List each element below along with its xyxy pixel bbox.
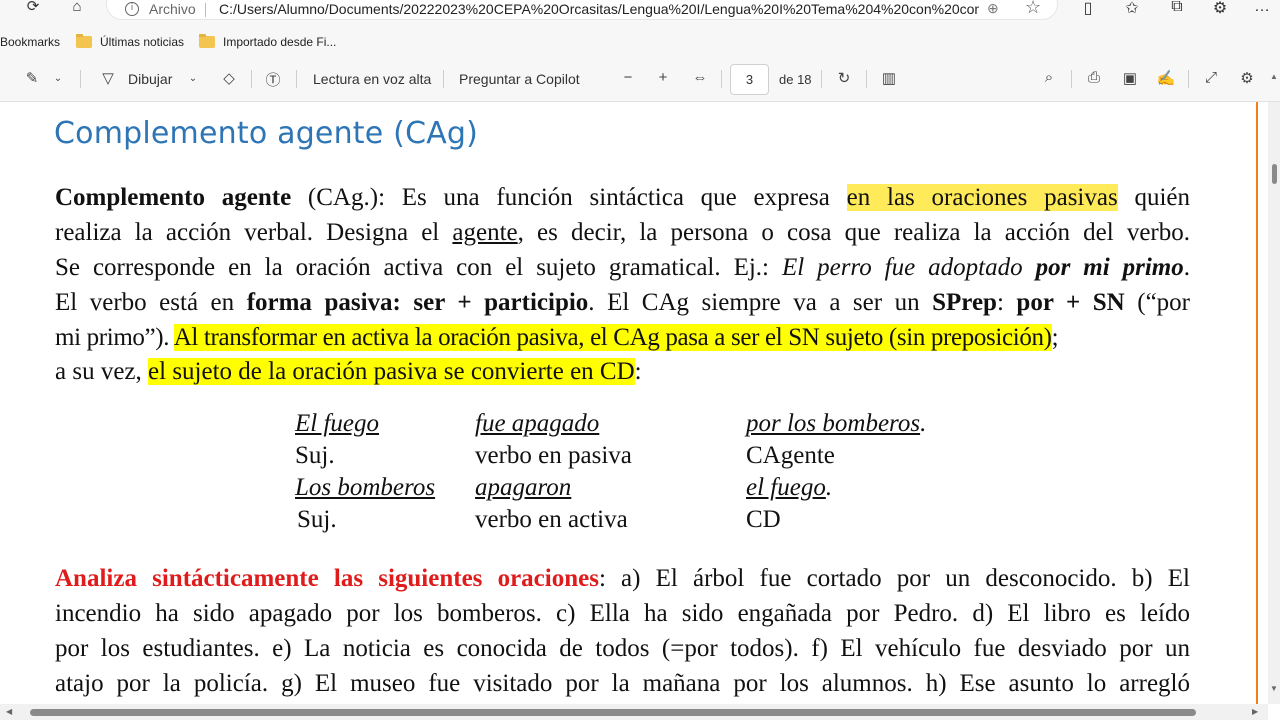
scroll-left-icon[interactable]: ◀ xyxy=(6,707,12,716)
home-icon[interactable]: ⌂ xyxy=(62,0,92,16)
url-text[interactable]: C:/Users/Alumno/Documents/20222023%20CEP… xyxy=(219,1,979,17)
bookmark-importado[interactable]: Importado desde Fi... xyxy=(199,34,337,49)
paragraph-line: Complemento agente (CAg.): Es una funció… xyxy=(55,184,1191,211)
paragraph-line: mi primo”). Al transformar en activa la … xyxy=(55,324,1059,351)
divider xyxy=(251,70,252,88)
horizontal-scrollbar[interactable]: ◀ ▶ xyxy=(0,704,1268,720)
example-cell: CD xyxy=(746,506,781,533)
search-icon[interactable]: ⌕ xyxy=(1039,69,1059,86)
highlighted-text: el sujeto de la oración pasiva se convie… xyxy=(148,358,635,385)
settings-icon[interactable]: ⚙ xyxy=(1237,69,1257,87)
rotate-icon[interactable]: ↻ xyxy=(834,69,854,87)
fit-width-icon[interactable]: ⇔ xyxy=(690,69,710,86)
address-bar-row: ⟳ ⌂ i Archivo C:/Users/Alumno/Documents/… xyxy=(0,0,1280,30)
exercise-line: Analiza sintácticamente las siguientes o… xyxy=(55,565,1190,592)
example-cell: Suj. xyxy=(297,506,337,533)
folder-icon xyxy=(76,34,92,48)
fullscreen-icon[interactable]: ⤢ xyxy=(1201,69,1221,86)
divider xyxy=(821,70,822,88)
site-info-label: Archivo xyxy=(149,1,196,17)
split-screen-icon[interactable]: ▯ xyxy=(1076,0,1100,18)
divider xyxy=(1188,70,1189,88)
ask-copilot-button[interactable]: Preguntar a Copilot xyxy=(459,71,580,87)
address-bar[interactable]: i Archivo C:/Users/Alumno/Documents/2022… xyxy=(106,0,1058,20)
divider xyxy=(296,70,297,88)
horizontal-scroll-thumb[interactable] xyxy=(30,709,1196,716)
read-aloud-button[interactable]: Lectura en voz alta xyxy=(313,71,431,87)
paragraph-line: Se corresponde en la oración activa con … xyxy=(55,254,1190,281)
folder-icon xyxy=(199,34,215,48)
highlighted-text: Al transformar en activa la oración pasi… xyxy=(173,324,1052,351)
vertical-scroll-thumb[interactable] xyxy=(1272,164,1277,184)
extensions-icon[interactable]: ⚙ xyxy=(1208,0,1232,18)
page-title: Complemento agente (CAg) xyxy=(54,116,479,151)
eraser-icon[interactable]: ◇ xyxy=(219,69,239,87)
divider xyxy=(866,70,867,88)
scroll-down-icon[interactable]: ▼ xyxy=(1270,684,1278,693)
page-view-icon[interactable]: ▥ xyxy=(879,69,899,87)
save-icon[interactable]: ▣ xyxy=(1120,69,1140,87)
divider xyxy=(80,70,81,88)
reload-icon[interactable]: ⟳ xyxy=(18,0,48,16)
example-cell: verbo en pasiva xyxy=(475,442,632,469)
draw-button[interactable]: Dibujar xyxy=(128,71,172,87)
divider xyxy=(443,70,444,88)
bookmarks-label[interactable]: Bookmarks xyxy=(0,35,60,49)
bookmark-label: Importado desde Fi... xyxy=(223,35,337,49)
example-cell: por los bomberos. xyxy=(746,410,927,437)
bookmarks-bar: Bookmarks Últimas noticias Importado des… xyxy=(0,30,1280,56)
page-number-input[interactable]: 3 xyxy=(730,64,769,95)
chevron-down-icon[interactable]: ⌄ xyxy=(183,73,203,84)
bookmark-label: Últimas noticias xyxy=(100,35,185,49)
scroll-up-icon[interactable]: ▲ xyxy=(1270,72,1278,81)
divider xyxy=(205,3,206,17)
page-total-label: de 18 xyxy=(779,72,812,87)
paragraph-line: El verbo está en forma pasiva: ser + par… xyxy=(55,289,1190,316)
info-icon[interactable]: i xyxy=(125,2,139,16)
more-menu-icon[interactable]: … xyxy=(1250,0,1274,16)
bookmark-ultimas-noticias[interactable]: Últimas noticias xyxy=(76,34,185,49)
pdf-page[interactable]: Complemento agente (CAg) Complemento age… xyxy=(0,102,1258,704)
example-cell: Los bomberos xyxy=(295,474,436,501)
save-as-icon[interactable]: ✍ xyxy=(1156,69,1176,87)
favorites-icon[interactable]: ✩ xyxy=(1120,0,1144,18)
zoom-out-icon[interactable]: − xyxy=(618,69,638,86)
example-cell: apagaron xyxy=(475,474,572,501)
zoom-in-icon[interactable]: + xyxy=(653,69,673,86)
example-cell: el fuego. xyxy=(746,474,833,501)
example-cell: CAgente xyxy=(746,442,835,469)
page-edge-accent xyxy=(1256,102,1258,704)
example-cell: El fuego xyxy=(295,410,380,437)
exercise-line: incendio ha sido apagado por los bombero… xyxy=(55,600,1190,627)
paragraph-line: a su vez, el sujeto de la oración pasiva… xyxy=(55,358,642,385)
example-cell: verbo en activa xyxy=(475,506,628,533)
example-cell: Suj. xyxy=(295,442,335,469)
highlighted-text: en las oraciones pasivas xyxy=(846,184,1118,211)
favorite-star-icon[interactable]: ☆ xyxy=(1025,0,1041,18)
highlight-icon[interactable]: ✎ xyxy=(22,69,42,87)
vertical-scrollbar[interactable]: ▲ ▼ xyxy=(1268,72,1280,704)
exercise-line: por los estudiantes. e) La noticia es co… xyxy=(55,635,1190,662)
print-icon[interactable]: ⎙ xyxy=(1084,69,1104,86)
divider xyxy=(1071,70,1072,88)
draw-icon[interactable]: ▽ xyxy=(98,69,118,87)
text-icon[interactable]: Ⓣ xyxy=(263,69,283,90)
exercise-line: atajo por la policía. g) El museo fue vi… xyxy=(55,670,1190,697)
exercise-title: Analiza sintácticamente las siguientes o… xyxy=(55,565,599,592)
scroll-right-icon[interactable]: ▶ xyxy=(1252,707,1258,716)
divider xyxy=(721,70,722,88)
example-cell: fue apagado xyxy=(475,410,600,437)
zoom-icon[interactable]: ⊕ xyxy=(987,0,999,17)
pdf-toolbar: ✎ ⌄ ▽ Dibujar ⌄ ◇ Ⓣ Lectura en voz alta … xyxy=(0,56,1280,102)
paragraph-line: realiza la acción verbal. Designa el age… xyxy=(55,219,1191,246)
chevron-down-icon[interactable]: ⌄ xyxy=(48,73,68,84)
collections-icon[interactable]: ⧉ xyxy=(1165,0,1189,16)
